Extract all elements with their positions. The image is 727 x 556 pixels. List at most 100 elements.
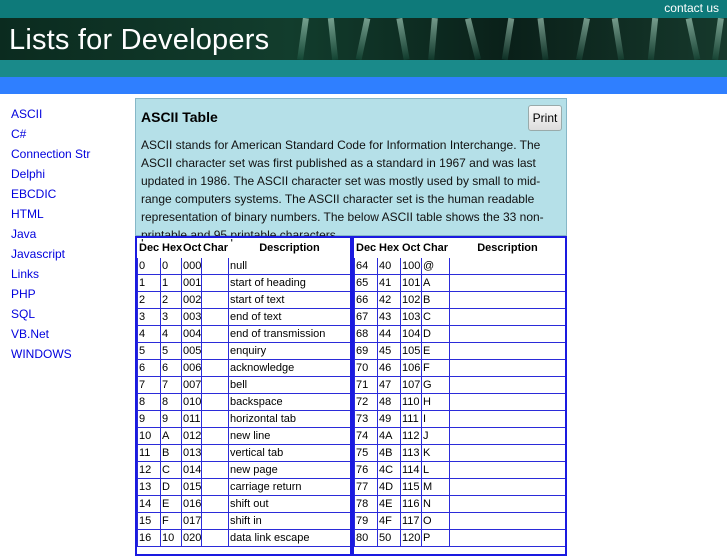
dec-cell: 75 (354, 444, 378, 462)
table-row: 8 8 010 backspace (137, 393, 350, 411)
description-cell (449, 359, 565, 377)
char-cell: E (421, 342, 450, 360)
dec-cell: 3 (137, 308, 161, 326)
description-cell (449, 376, 565, 394)
oct-cell: 116 (400, 495, 422, 513)
hex-cell: 40 (377, 257, 401, 275)
char-cell: K (421, 444, 450, 462)
col-header-hex: Hex (377, 238, 401, 258)
sidebar-nav: ASCII C# Connection Str Delphi EBCDIC HT… (11, 104, 131, 364)
sidebar-item-ebcdic[interactable]: EBCDIC (11, 184, 131, 204)
dec-cell: 66 (354, 291, 378, 309)
oct-cell: 015 (181, 478, 202, 496)
char-cell: M (421, 478, 450, 496)
table-row: 69 45 105 E (354, 342, 565, 360)
dec-cell: 74 (354, 427, 378, 445)
oct-cell: 014 (181, 461, 202, 479)
table-row: 15 F 017 shift in (137, 512, 350, 530)
sidebar-item-csharp[interactable]: C# (11, 124, 131, 144)
table-row: 3 3 003 end of text (137, 308, 350, 326)
description-cell (449, 257, 565, 275)
hex-cell: 49 (377, 410, 401, 428)
sidebar-item-windows[interactable]: WINDOWS (11, 344, 131, 364)
char-cell (201, 410, 229, 428)
oct-cell: 000 (181, 257, 202, 275)
hex-cell: 45 (377, 342, 401, 360)
table-row: 75 4B 113 K (354, 444, 565, 462)
dec-cell: 64 (354, 257, 378, 275)
oct-cell: 112 (400, 427, 422, 445)
table-row: 10 A 012 new line (137, 427, 350, 445)
char-cell (201, 325, 229, 343)
sidebar-item-ascii[interactable]: ASCII (11, 104, 131, 124)
print-button[interactable]: Print (528, 105, 562, 131)
sidebar-item-javascript[interactable]: Javascript (11, 244, 131, 264)
dec-cell: 1 (137, 274, 161, 292)
oct-cell: 006 (181, 359, 202, 377)
description-cell (449, 410, 565, 428)
table-row: 5 5 005 enquiry (137, 342, 350, 360)
oct-cell: 020 (181, 529, 202, 547)
page-title: ASCII Table (141, 109, 218, 125)
dec-cell: 7 (137, 376, 161, 394)
description-cell (449, 512, 565, 530)
sidebar-item-java[interactable]: Java (11, 224, 131, 244)
hex-cell: 4A (377, 427, 401, 445)
description-cell (449, 291, 565, 309)
table-row: 65 41 101 A (354, 274, 565, 292)
oct-cell: 111 (400, 410, 422, 428)
char-cell: D (421, 325, 450, 343)
char-cell (201, 393, 229, 411)
description-cell: null (228, 257, 350, 275)
sidebar-item-vbnet[interactable]: VB.Net (11, 324, 131, 344)
hex-cell: 5 (160, 342, 182, 360)
oct-cell: 013 (181, 444, 202, 462)
oct-cell: 110 (400, 393, 422, 411)
contact-us-link[interactable]: contact us (664, 1, 719, 15)
hex-cell: C (160, 461, 182, 479)
oct-cell: 016 (181, 495, 202, 513)
hex-cell: 47 (377, 376, 401, 394)
hex-cell: 44 (377, 325, 401, 343)
char-cell: I (421, 410, 450, 428)
sidebar-item-links[interactable]: Links (11, 264, 131, 284)
dec-cell: 79 (354, 512, 378, 530)
description-cell: acknowledge (228, 359, 350, 377)
description-cell (449, 427, 565, 445)
oct-cell: 010 (181, 393, 202, 411)
hex-cell: 42 (377, 291, 401, 309)
char-cell (201, 257, 229, 275)
description-cell: vertical tab (228, 444, 350, 462)
table-row: 7 7 007 bell (137, 376, 350, 394)
dec-cell: 4 (137, 325, 161, 343)
char-cell (201, 359, 229, 377)
sidebar-item-html[interactable]: HTML (11, 204, 131, 224)
dec-cell: 10 (137, 427, 161, 445)
sidebar-item-delphi[interactable]: Delphi (11, 164, 131, 184)
sidebar-item-php[interactable]: PHP (11, 284, 131, 304)
oct-cell: 113 (400, 444, 422, 462)
col-header-hex: Hex (160, 238, 182, 258)
dec-cell: 2 (137, 291, 161, 309)
description-cell (449, 342, 565, 360)
col-header-char: Char (421, 238, 450, 258)
sidebar-item-connection-str[interactable]: Connection Str (11, 144, 131, 164)
description-cell (449, 478, 565, 496)
description-cell (449, 444, 565, 462)
table-row: 11 B 013 vertical tab (137, 444, 350, 462)
char-cell: L (421, 461, 450, 479)
oct-cell: 101 (400, 274, 422, 292)
dec-cell: 14 (137, 495, 161, 513)
hex-cell: 1 (160, 274, 182, 292)
table-body-left: 0 0 000 null 1 1 001 start of heading 2 2 002 start… (137, 257, 350, 547)
char-cell: N (421, 495, 450, 513)
dec-cell: 9 (137, 410, 161, 428)
dec-cell: 65 (354, 274, 378, 292)
char-cell: A (421, 274, 450, 292)
ascii-table-right: Dec Hex Oct Char Description 64 40 100 @65 4… (352, 236, 567, 556)
col-header-dec: Dec (354, 238, 378, 258)
col-header-dec: Dec (137, 238, 161, 258)
char-cell (201, 427, 229, 445)
hex-cell: 4 (160, 325, 182, 343)
sidebar-item-sql[interactable]: SQL (11, 304, 131, 324)
